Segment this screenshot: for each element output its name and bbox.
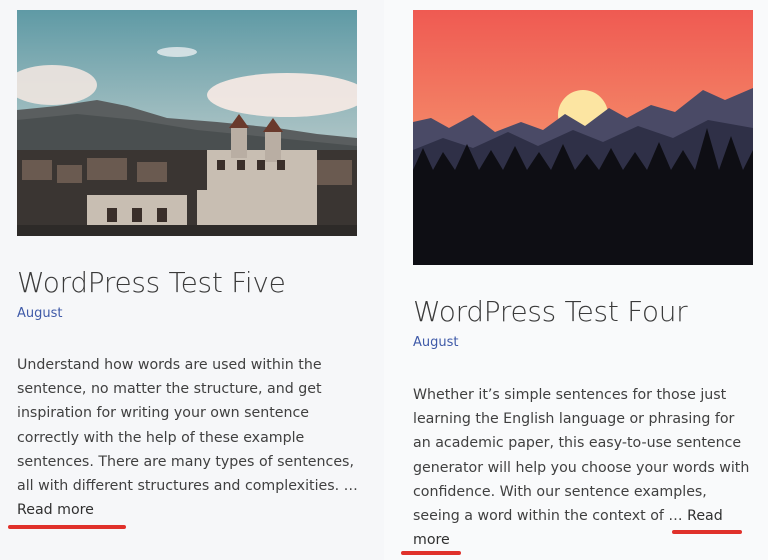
post-card-test-five: WordPress Test Five August Understand ho… [0,0,384,560]
post-title[interactable]: WordPress Test Four [413,295,688,328]
read-more-link[interactable]: Read more [17,502,94,518]
post-thumbnail-sunset[interactable] [413,10,753,265]
read-more-underline [8,525,126,529]
read-more-underline-part2 [401,551,461,555]
town-mountain-image [17,10,357,236]
sunset-forest-image [413,10,753,265]
post-title[interactable]: WordPress Test Five [17,266,286,299]
post-thumbnail-town[interactable] [17,10,357,236]
post-date[interactable]: August [413,335,459,350]
post-excerpt: Whether it’s simple sentences for those … [413,383,755,552]
post-date[interactable]: August [17,306,63,321]
post-excerpt-text: Whether it’s simple sentences for those … [413,387,750,525]
post-excerpt-text: Understand how words are used within the… [17,357,358,495]
post-card-test-four: WordPress Test Four August Whether it’s … [384,0,768,560]
post-excerpt: Understand how words are used within the… [17,353,362,522]
read-more-underline-part1 [672,530,742,534]
